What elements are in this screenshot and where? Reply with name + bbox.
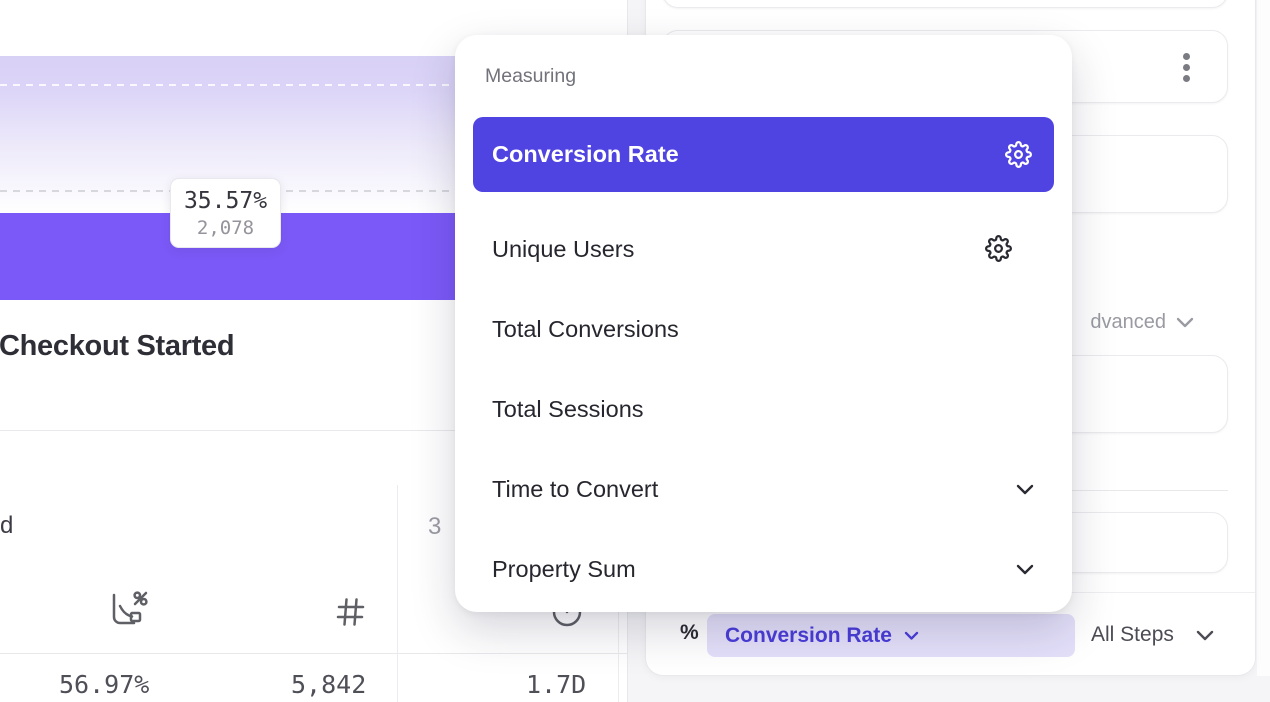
right-margin: [1257, 0, 1270, 676]
app-screen: 35.57% 2,078 Checkout Started d 3: [0, 0, 1270, 702]
tooltip-conversion-rate: 35.57%: [184, 188, 267, 214]
query-step-card-top: [662, 0, 1228, 8]
table-row-divider: [0, 653, 628, 654]
dropdown-title: Measuring: [485, 65, 576, 88]
chevron-down-icon[interactable]: [1196, 630, 1214, 641]
chevron-down-icon[interactable]: [1176, 317, 1194, 328]
menu-item-unique-users[interactable]: Unique Users: [473, 212, 1054, 286]
hash-icon: [334, 596, 366, 628]
tooltip-count: 2,078: [197, 217, 254, 239]
measurement-pill-label: Conversion Rate: [725, 624, 892, 648]
chevron-down-icon: [904, 631, 919, 641]
table-header-step3-fragment: 3: [428, 513, 441, 541]
steps-selector[interactable]: All Steps: [1091, 623, 1174, 647]
percent-glyph: %: [680, 621, 699, 645]
measuring-dropdown: Measuring Conversion Rate Unique Users: [455, 35, 1072, 612]
gear-icon[interactable]: [1005, 141, 1032, 168]
steps-selector-label: All Steps: [1091, 623, 1174, 646]
menu-item-property-sum[interactable]: Property Sum: [473, 532, 1054, 606]
cell-uniques: 5,842: [291, 670, 366, 699]
cell-conversion-rate: 56.97%: [59, 670, 149, 699]
column-divider-1: [397, 485, 398, 702]
cell-time-to-convert: 1.7D: [526, 670, 586, 699]
menu-item-total-sessions[interactable]: Total Sessions: [473, 372, 1054, 446]
menu-item-total-conversions[interactable]: Total Conversions: [473, 292, 1054, 366]
measurement-pill[interactable]: Conversion Rate: [707, 614, 1075, 657]
table-header-step2-fragment: d: [0, 512, 13, 540]
chevron-down-icon: [1016, 564, 1034, 575]
menu-item-time-to-convert[interactable]: Time to Convert: [473, 452, 1054, 526]
conversion-rate-icon: [108, 588, 150, 630]
gear-icon[interactable]: [985, 235, 1012, 262]
funnel-tooltip: 35.57% 2,078: [170, 178, 281, 248]
kebab-menu-icon[interactable]: [1183, 53, 1190, 82]
menu-item-conversion-rate[interactable]: Conversion Rate: [473, 117, 1054, 192]
chevron-down-icon: [1016, 484, 1034, 495]
step-heading: Checkout Started: [0, 330, 234, 363]
